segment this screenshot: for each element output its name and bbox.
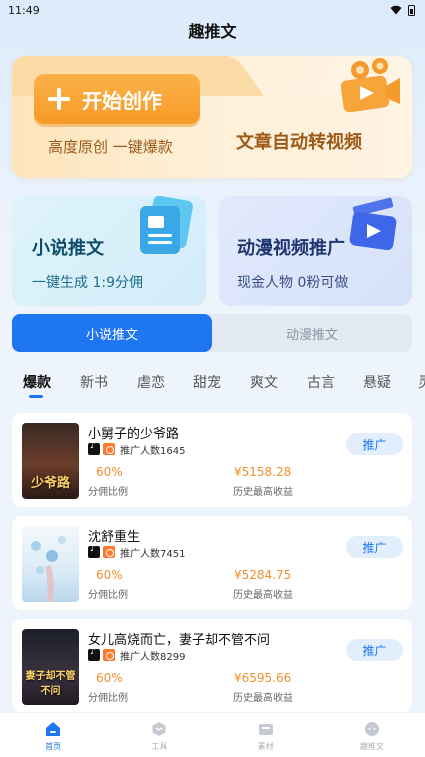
card-subtitle: 现金人物 0粉可做 <box>237 275 349 291</box>
commission-label: 分佣比例 <box>88 590 128 601</box>
book-title: 小舅子的少爷路 <box>88 427 180 442</box>
max-income: ¥6595.66 <box>234 671 292 685</box>
tiktok-icon <box>88 441 100 455</box>
list-item[interactable]: 妻子却不管不问 女儿高烧而亡，妻子却不管不问 推广人数8299 60% 分佣比例… <box>12 619 412 713</box>
tiktok-icon <box>88 647 100 661</box>
app-badge-icon <box>103 546 115 558</box>
home-icon <box>46 722 61 736</box>
folder-icon <box>258 724 273 735</box>
commission-label: 分佣比例 <box>88 693 128 704</box>
category-tab[interactable]: 古言 <box>307 372 335 392</box>
cover-title: 妻子却不管不问 <box>25 671 76 697</box>
category-tab[interactable]: 悬疑 <box>363 372 391 392</box>
nav-home[interactable]: 首页 <box>0 713 106 757</box>
cover-title: 少爷路 <box>30 476 70 491</box>
nav-label: 首页 <box>45 742 62 751</box>
battery-icon <box>408 4 415 16</box>
document-icon <box>140 196 193 254</box>
book-title: 女儿高烧而亡，妻子却不管不问 <box>88 633 271 648</box>
category-tab[interactable]: 灵 <box>418 372 425 392</box>
nav-tools[interactable]: 工具 <box>106 713 212 757</box>
tiktok-icon <box>88 544 100 558</box>
page-title: 趣推文 <box>188 22 237 41</box>
card-subtitle: 一键生成 1:9分佣 <box>32 275 143 291</box>
category-tabs: 爆款 新书 虐恋 甜宠 爽文 古言 悬疑 灵 <box>0 366 425 398</box>
nav-label: 素材 <box>257 742 274 751</box>
bottom-nav: 首页 工具 素材 趣推文 <box>0 712 425 757</box>
nav-label: 工具 <box>151 742 168 751</box>
book-title: 沈舒重生 <box>88 530 141 545</box>
max-income: ¥5158.28 <box>234 465 292 479</box>
app-badge-icon <box>103 443 115 455</box>
promo-count: 推广人数8299 <box>120 651 186 663</box>
commission-rate: 60% <box>96 568 123 582</box>
category-tab[interactable]: 爆款 <box>23 372 51 392</box>
start-create-label: 开始创作 <box>82 88 162 113</box>
promote-button[interactable]: 推广 <box>346 639 403 661</box>
promo-count: 推广人数7451 <box>120 548 186 560</box>
category-tab[interactable]: 虐恋 <box>137 372 165 392</box>
tab-anime[interactable]: 动漫推文 <box>212 314 412 352</box>
promote-button[interactable]: 推广 <box>346 433 403 455</box>
tab-novel[interactable]: 小说推文 <box>12 314 212 352</box>
commission-rate: 60% <box>96 671 123 685</box>
status-bar: 11:49 <box>0 0 425 20</box>
card-title: 小说推文 <box>32 238 104 259</box>
commission-rate: 60% <box>96 465 123 479</box>
novel-promo-card[interactable]: 小说推文 一键生成 1:9分佣 <box>12 196 206 306</box>
promote-button[interactable]: 推广 <box>346 536 403 558</box>
plus-icon <box>48 88 70 110</box>
flower-illustration <box>31 536 66 602</box>
clapperboard-icon <box>349 197 397 251</box>
category-tab[interactable]: 甜宠 <box>193 372 221 392</box>
nav-materials[interactable]: 素材 <box>213 713 319 757</box>
promo-count: 推广人数1645 <box>120 445 186 457</box>
tool-icon <box>152 722 166 736</box>
book-cover <box>22 526 79 602</box>
video-camera-icon <box>340 58 400 113</box>
card-title: 动漫视频推广 <box>237 238 345 259</box>
start-create-button[interactable]: 开始创作 <box>34 74 200 124</box>
content-type-switch: 小说推文 动漫推文 <box>12 314 412 352</box>
max-income-label: 历史最高收益 <box>233 487 293 498</box>
chat-icon <box>364 722 379 736</box>
nav-label: 趣推文 <box>359 742 384 751</box>
active-tab-indicator <box>29 395 43 398</box>
book-cover: 妻子却不管不问 <box>22 629 79 705</box>
wifi-icon <box>390 5 402 15</box>
nav-qutuiwen[interactable]: 趣推文 <box>319 713 425 757</box>
banner-subtitle: 高度原创 一键爆款 <box>48 138 173 156</box>
app-badge-icon <box>103 649 115 661</box>
create-banner[interactable]: 开始创作 高度原创 一键爆款 文章自动转视频 <box>12 56 412 178</box>
book-cover: 少爷路 <box>22 423 79 499</box>
banner-headline: 文章自动转视频 <box>236 132 362 153</box>
max-income-label: 历史最高收益 <box>233 590 293 601</box>
category-tab[interactable]: 新书 <box>80 372 108 392</box>
commission-label: 分佣比例 <box>88 487 128 498</box>
max-income-label: 历史最高收益 <box>233 693 293 704</box>
list-item[interactable]: 少爷路 小舅子的少爷路 推广人数1645 60% 分佣比例 ¥5158.28 历… <box>12 413 412 507</box>
category-tab[interactable]: 爽文 <box>250 372 278 392</box>
list-item[interactable]: 沈舒重生 推广人数7451 60% 分佣比例 ¥5284.75 历史最高收益 推… <box>12 516 412 610</box>
status-time: 11:49 <box>8 3 40 17</box>
anime-promo-card[interactable]: 动漫视频推广 现金人物 0粉可做 <box>219 196 412 306</box>
max-income: ¥5284.75 <box>234 568 292 582</box>
